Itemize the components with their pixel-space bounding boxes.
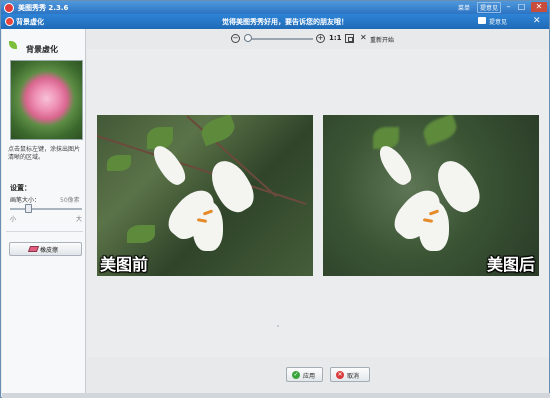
zoom-out-icon[interactable]: − [231,34,240,43]
dialog-feedback-button[interactable]: 提意见 [489,17,507,26]
actual-size-button[interactable]: 1:1 [329,34,342,42]
leaf-shape [198,115,238,147]
settings-label: 设置： [10,184,31,192]
app-title: 美图秀秀 2.3.6 [18,4,69,12]
zoom-in-icon[interactable]: + [316,34,325,43]
maximize-button[interactable]: □ [516,2,527,12]
apply-button[interactable]: ✓ 应用 [286,367,323,382]
reset-button[interactable]: 重新开始 [370,35,394,44]
dialog-close-button[interactable]: ✕ [533,15,541,27]
cancel-button[interactable]: ✕ 取消 [330,367,370,382]
eraser-label: 橡皮擦 [40,247,59,254]
status-bar [2,393,550,398]
panel-title: 背景虚化 [26,45,58,54]
after-image[interactable]: 美图后 [323,115,539,276]
promo-text: 觉得美图秀秀好用，要告诉您的朋友哦！ [222,18,348,26]
zoom-slider-handle[interactable] [244,34,252,42]
cancel-icon: ✕ [336,371,344,379]
slider-min-label: 小 [10,216,17,223]
effect-thumbnail [10,60,83,140]
feedback-button[interactable]: 提意见 [477,2,502,13]
brush-size-label: 画笔大小： [10,197,41,204]
leaf-shape [420,115,460,147]
dialog-title: 背景虚化 [16,18,44,26]
canvas-dot [277,325,279,327]
close-button[interactable]: ✕ [531,2,547,12]
panel-description: 点击鼠标左键，涂抹出图片清晰的区域。 [8,146,81,161]
brush-size-slider-handle[interactable] [25,204,32,213]
before-image[interactable]: 美图前 [97,115,313,276]
dialog-logo-icon [5,17,14,26]
left-panel: 背景虚化 点击鼠标左键，涂抹出图片清晰的区域。 设置： 画笔大小： 50像素 小… [2,29,86,393]
lily-petal-shape [374,141,416,189]
action-bar: ✓ 应用 ✕ 取消 [87,357,549,393]
divider [6,231,83,232]
title-bar: 美图秀秀 2.3.6 菜单 提意见 – □ ✕ [1,1,549,14]
before-caption: 美图前 [100,255,149,274]
lily-petal-shape [193,201,223,251]
leaf-shape [107,155,131,171]
eraser-icon [27,246,40,252]
leaf-shape [127,225,155,243]
dialog-header: 背景虚化 觉得美图秀秀好用，要告诉您的朋友哦！ 提意见 ✕ [1,14,549,29]
feedback-icon [478,17,486,24]
after-caption: 美图后 [486,255,535,274]
reset-icon[interactable]: ✕ [360,33,367,42]
brush-size-value: 50像素 [60,197,80,204]
minimize-button[interactable]: – [503,2,514,12]
cancel-label: 取消 [347,373,360,380]
leaf-icon [9,41,17,49]
lily-petal-shape [419,201,449,251]
zoom-toolbar: − + 1:1 ✕ 重新开始 [87,29,549,49]
check-icon: ✓ [292,371,300,379]
preview-canvas: 美图前 美图后 [87,49,549,357]
menu-button[interactable]: 菜单 [458,3,470,12]
fit-window-icon[interactable] [345,34,354,43]
slider-max-label: 大 [76,216,83,223]
brush-size-slider[interactable] [10,208,82,210]
zoom-slider[interactable] [244,38,313,40]
app-logo-icon [4,3,14,13]
eraser-button[interactable]: 橡皮擦 [9,242,82,256]
apply-label: 应用 [303,373,316,380]
app-window: 美图秀秀 2.3.6 菜单 提意见 – □ ✕ 背景虚化 觉得美图秀秀好用，要告… [0,0,550,398]
